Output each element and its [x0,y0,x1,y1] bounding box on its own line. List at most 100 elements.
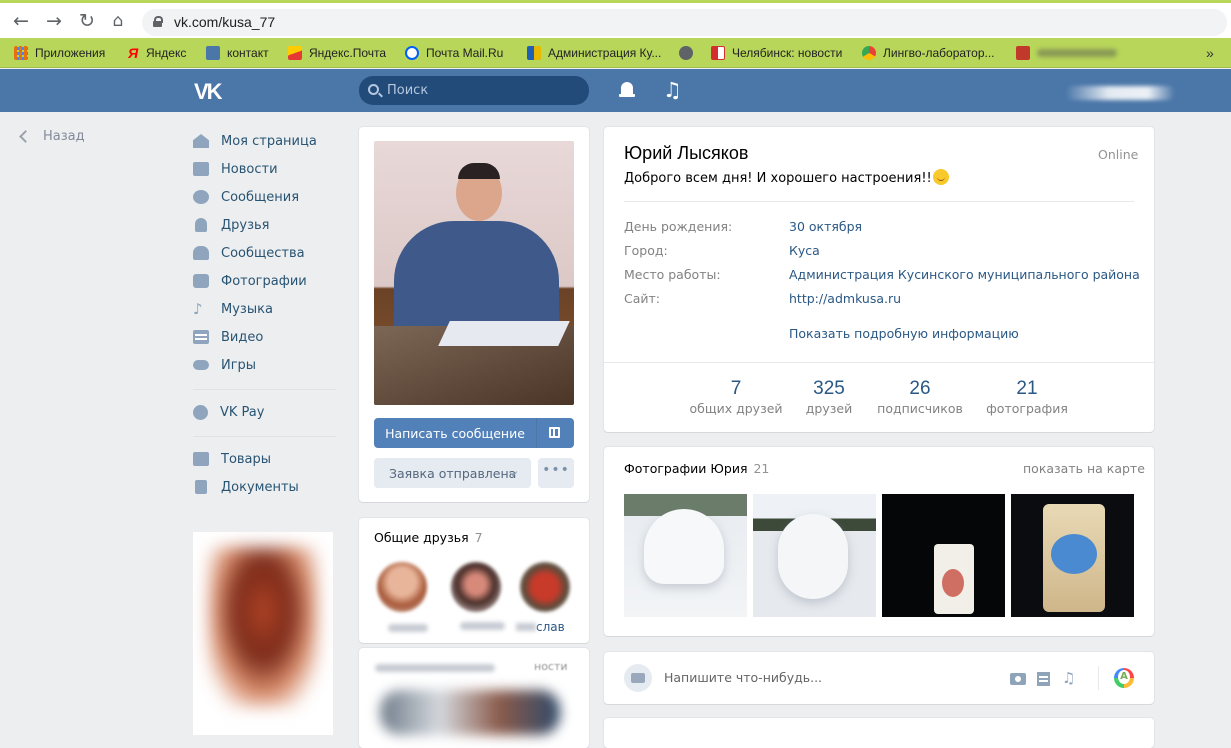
apps-grid-icon [14,46,28,60]
vk-logo[interactable]: VK [194,79,223,105]
address-bar[interactable]: vk.com/kusa_77 [142,9,1227,36]
more-bookmarks-icon[interactable]: » [1206,44,1214,62]
lock-icon [153,16,163,27]
search-icon [368,84,379,95]
online-status: Online [1098,147,1139,162]
home-icon[interactable]: ⌂ [108,11,128,31]
bookmarks-bar: Приложения Я Яндекс контакт Яндекс.Почта … [0,38,1231,68]
sidebar-divider [193,436,336,437]
games-icon [193,360,209,370]
common-friends-header[interactable]: Общие друзья 7 [374,530,483,545]
back-link[interactable]: Назад [18,129,85,144]
messages-icon [193,190,209,204]
sidebar-item-games[interactable]: Игры [193,351,338,379]
divider [604,362,1154,363]
chrome-icon [862,46,876,60]
documents-icon [195,480,207,494]
bookmark-apps[interactable]: Приложения [14,44,105,62]
music-icon: ♪ [193,300,203,318]
forward-arrow-icon[interactable]: → [44,11,64,31]
mailru-icon [405,46,419,60]
sidebar-item-friends[interactable]: Друзья [193,211,338,239]
friend-avatar[interactable] [520,562,570,612]
sidebar-item-vkpay[interactable]: VK Pay [193,398,338,426]
video-icon [193,330,209,344]
photo-thumbnail[interactable] [624,494,747,617]
sidebar-divider [193,389,336,390]
profile-name: Юрий Лысяков [624,143,749,163]
market-icon [193,452,209,466]
attach-video-icon[interactable] [1037,671,1053,686]
bookmark-blurred[interactable] [1016,44,1117,62]
reload-icon[interactable]: ↻ [77,11,97,31]
sidebar-nav: Моя страница Новости Сообщения Друзья Со… [193,127,338,501]
divider [624,201,1134,202]
camera-icon [631,673,645,683]
post-input[interactable]: Напишите что-нибудь... [664,670,822,685]
news-icon [193,162,209,176]
home-icon [193,134,209,148]
browser-toolbar: ← → ↻ ⌂ vk.com/kusa_77 [0,0,1231,38]
notifications-bell-icon[interactable] [619,82,635,100]
photo-thumbnail[interactable] [1011,494,1134,617]
divider [1098,666,1099,690]
request-sent-button[interactable]: Заявка отправлена [374,458,531,488]
wall-card [604,718,1154,748]
friends-icon [195,218,207,232]
bookmark-admin[interactable]: Администрация Ку... [527,44,661,62]
counter-followers[interactable]: 26 подписчиков [865,378,975,416]
yandex-mail-icon [288,46,302,60]
bookmark-chelyabinsk[interactable]: Челябинск: новости [711,44,842,62]
bookmark-mailru[interactable]: Почта Mail.Ru [405,44,503,62]
sidebar-item-messages[interactable]: Сообщения [193,183,338,211]
back-arrow-icon[interactable]: ← [11,11,31,31]
sidebar-item-news[interactable]: Новости [193,155,338,183]
friend-name[interactable]: слав [516,620,565,634]
sidebar-item-my-page[interactable]: Моя страница [193,127,338,155]
smile-emoji-icon [932,169,949,185]
gift-icon[interactable] [549,427,560,438]
attach-photo-icon[interactable] [1010,671,1026,685]
show-on-map-link[interactable]: показать на карте [1023,461,1145,476]
poster-icon[interactable] [1114,668,1134,688]
attach-music-icon[interactable]: ♫ [1062,671,1078,686]
groups-icon [193,246,209,260]
sidebar-item-music[interactable]: ♪ Музыка [193,295,338,323]
profile-photo[interactable] [374,141,574,405]
bookmark-lingvo[interactable]: Лингво-лаборатор... [862,44,995,62]
yandex-icon: Я [128,45,139,61]
vk-icon [206,46,220,60]
chevron-left-icon [19,130,32,143]
globe-icon [679,46,693,60]
search-input[interactable]: Поиск [359,76,589,105]
counter-photos[interactable]: 21 фотография [972,378,1082,416]
post-avatar [624,664,652,692]
url-text[interactable]: vk.com/kusa_77 [174,14,275,30]
bookmark-icon [1016,46,1030,60]
blurred-ad-card[interactable] [193,532,333,735]
write-message-button[interactable]: Написать сообщение [374,418,574,448]
sidebar-item-documents[interactable]: Документы [193,473,338,501]
user-menu-blurred[interactable] [1065,86,1175,100]
bookmark-yandex[interactable]: Я Яндекс [128,44,186,62]
friend-avatar[interactable] [377,562,427,612]
show-details-link[interactable]: Показать подробную информацию [789,326,1019,341]
friend-avatar[interactable] [451,562,501,612]
bookmark-vk[interactable]: контакт [206,44,269,62]
sidebar-item-photos[interactable]: Фотографии [193,267,338,295]
photos-header[interactable]: Фотографии Юрия 21 [624,461,769,476]
sidebar-item-market[interactable]: Товары [193,445,338,473]
search-placeholder: Поиск [387,83,429,98]
sidebar-item-video[interactable]: Видео [193,323,338,351]
blurred-section-label: ности [534,660,568,673]
photo-thumbnail[interactable] [882,494,1005,617]
bookmark-globe[interactable] [679,44,700,62]
sidebar-item-groups[interactable]: Сообщества [193,239,338,267]
profile-status[interactable]: Доброго всем дня! И хорошего настроения!… [624,169,949,186]
vkpay-icon [193,404,208,420]
music-note-icon[interactable]: ♫ [663,78,682,102]
admin-icon [527,46,541,60]
bookmark-yandex-mail[interactable]: Яндекс.Почта [288,44,386,62]
photo-thumbnail[interactable] [753,494,876,617]
more-actions-button[interactable]: ••• [538,458,574,488]
